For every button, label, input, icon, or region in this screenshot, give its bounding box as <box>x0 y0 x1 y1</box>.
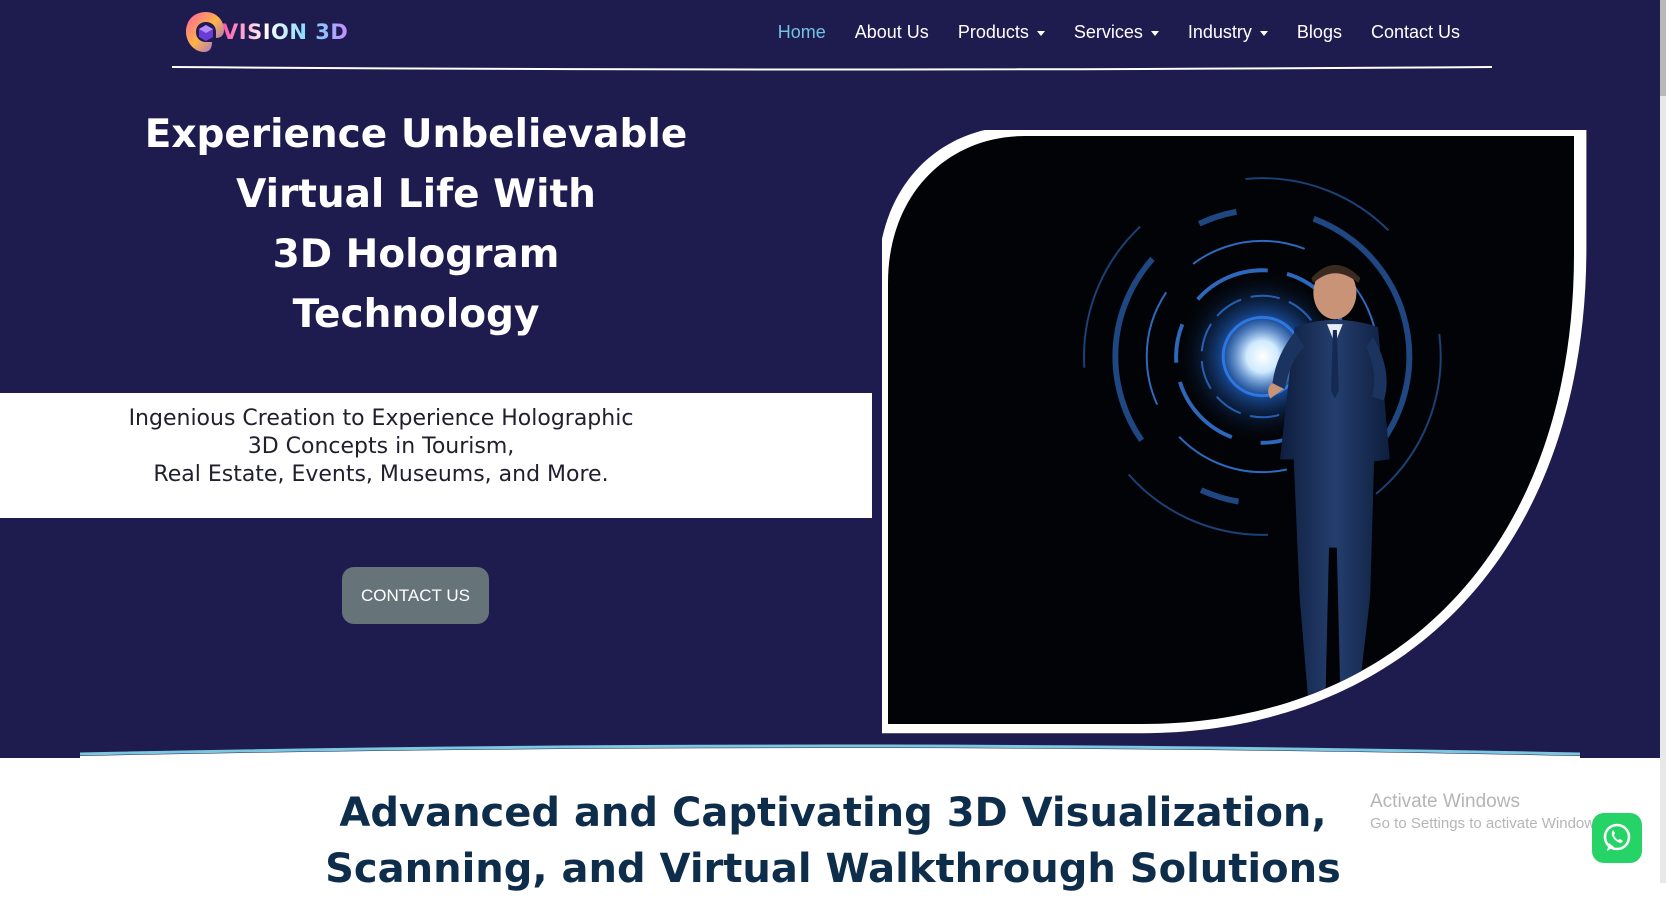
page-scrollbar[interactable] <box>1660 0 1666 883</box>
subtext-line: Real Estate, Events, Museums, and More. <box>153 462 609 487</box>
headline-line: Experience Unbelievable <box>144 112 688 157</box>
nav-item-label: Contact Us <box>1370 21 1460 42</box>
site-logo[interactable]: VISION 3D <box>182 8 362 56</box>
activate-windows-watermark: Activate Windows Go to Settings to activ… <box>1370 790 1607 834</box>
headline-line: Technology <box>292 292 540 337</box>
section-title-line: Scanning, and Virtual Walkthrough Soluti… <box>325 846 1341 892</box>
contact-us-button[interactable]: CONTACT US <box>342 567 489 624</box>
chevron-down-icon <box>1150 30 1159 36</box>
main-nav: Home About Us Products Services Industry… <box>749 18 1460 46</box>
chevron-down-icon <box>1036 30 1045 36</box>
nav-item-label: Industry <box>1187 21 1252 42</box>
hero-headline: Experience Unbelievable Virtual Life Wit… <box>92 105 740 345</box>
hologram-businessman-image <box>882 130 1587 734</box>
nav-item-label: Products <box>957 21 1029 42</box>
nav-item-services[interactable]: Services <box>1074 22 1159 43</box>
nav-item-label: Home <box>777 21 826 42</box>
nav-item-industry[interactable]: Industry <box>1188 22 1268 43</box>
hero-bottom-wave <box>80 744 1580 758</box>
nav-item-label: Blogs <box>1296 21 1342 42</box>
activate-subtitle: Go to Settings to activate Windows. <box>1370 815 1607 832</box>
whatsapp-button[interactable] <box>1592 813 1642 863</box>
header-divider <box>172 66 1492 71</box>
nav-item-home[interactable]: Home <box>778 22 826 43</box>
nav-item-label: About Us <box>854 21 929 42</box>
chevron-down-icon <box>1259 30 1268 36</box>
logo-cube-icon <box>186 12 224 52</box>
subtext-line: 3D Concepts in Tourism, <box>247 434 515 459</box>
logo-text: VISION 3D <box>222 20 349 44</box>
scrollbar-thumb[interactable] <box>1660 0 1666 96</box>
headline-line: 3D Hologram <box>272 232 560 277</box>
hero-subtext: Ingenious Creation to Experience Hologra… <box>0 405 762 489</box>
nav-item-about-us[interactable]: About Us <box>855 22 929 43</box>
nav-item-label: Services <box>1073 21 1143 42</box>
activate-title: Activate Windows <box>1370 791 1520 812</box>
nav-item-contact-us[interactable]: Contact Us <box>1371 22 1460 43</box>
whatsapp-icon <box>1603 823 1631 851</box>
headline-line: Virtual Life With <box>236 172 596 217</box>
hero-subtext-box: Ingenious Creation to Experience Hologra… <box>0 393 872 518</box>
subtext-line: Ingenious Creation to Experience Hologra… <box>128 406 634 431</box>
nav-item-products[interactable]: Products <box>958 22 1045 43</box>
hero-section: VISION 3D Home About Us Products Service… <box>0 0 1666 758</box>
nav-item-blogs[interactable]: Blogs <box>1297 22 1342 43</box>
